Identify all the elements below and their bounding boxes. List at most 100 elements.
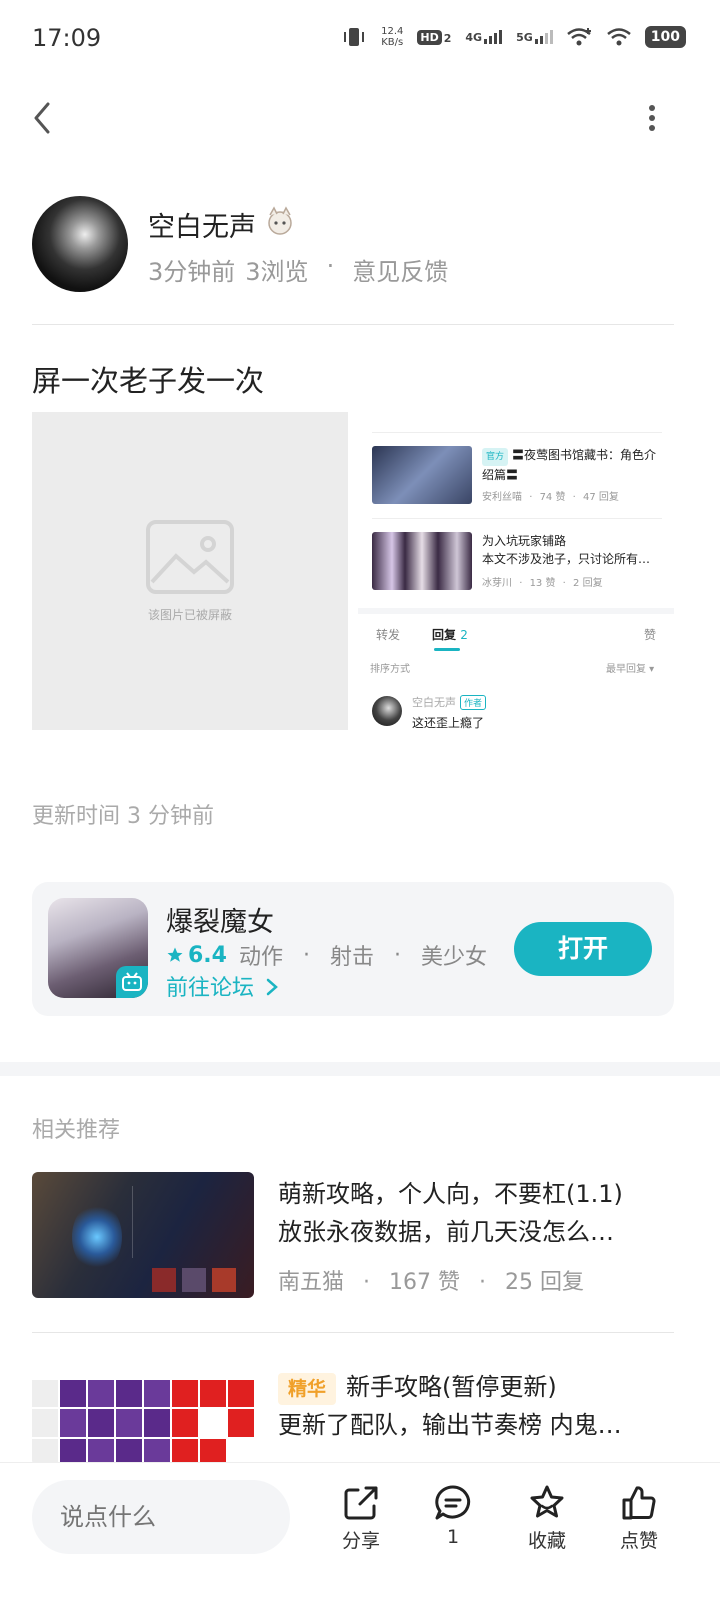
- related-heading: 相关推荐: [32, 1118, 121, 1143]
- status-icons: 12.4 KB/s HD 2 4G 5G 100: [341, 26, 686, 48]
- inset-tab-like: 赞: [644, 628, 657, 642]
- comment-icon: [435, 1485, 471, 1520]
- inset-tabs: 转发 回复 2 赞: [358, 608, 674, 651]
- favorite-button[interactable]: 收藏: [512, 1484, 582, 1553]
- related-thumb[interactable]: [32, 1172, 254, 1298]
- related-thumb[interactable]: [32, 1370, 254, 1466]
- hd-sub: 2: [443, 31, 452, 45]
- inset-item-desc: 本文不涉及池子，只讨论所有…: [482, 552, 651, 566]
- star-outline-icon: [530, 1485, 564, 1518]
- header-divider: [32, 324, 674, 325]
- image-placeholder-icon: [146, 520, 234, 594]
- related-title[interactable]: 精华 新手攻略(暂停更新): [278, 1368, 668, 1406]
- favorite-label: 收藏: [527, 1530, 566, 1552]
- game-tag: 动作: [238, 945, 283, 970]
- wifi-icon: [606, 27, 631, 47]
- post-title: 屏一次老子发一次: [32, 364, 265, 398]
- essence-tag: 精华: [278, 1373, 337, 1405]
- inset-sort-label: 排序方式: [370, 664, 410, 675]
- net-speed-value: 12.4: [381, 26, 404, 37]
- signal-4g-icon: 4G: [465, 30, 503, 44]
- inset-thumb: [372, 532, 472, 590]
- comments-count: 1: [446, 1526, 460, 1548]
- inset-tab-reply: 回复 2: [432, 626, 468, 643]
- share-button[interactable]: 分享: [326, 1484, 396, 1553]
- tag-dot: ·: [303, 942, 310, 968]
- comment-input[interactable]: [32, 1480, 290, 1554]
- meta-dot: ·: [326, 252, 335, 280]
- inset-sep: ·: [572, 492, 576, 503]
- inset-sep: ·: [519, 578, 523, 589]
- feedback-link[interactable]: 意见反馈: [352, 252, 448, 287]
- inset-item-replies: 47 回复: [583, 492, 619, 503]
- open-game-button[interactable]: 打开: [514, 922, 652, 976]
- chevron-left-icon: [34, 102, 50, 134]
- forum-link-label: 前往论坛: [166, 976, 255, 1001]
- comments-button[interactable]: 1: [418, 1484, 488, 1548]
- inset-tab-reply-label: 回复: [432, 628, 457, 642]
- like-button[interactable]: 点赞: [604, 1484, 674, 1553]
- hd-indicator: HD 2: [417, 29, 452, 45]
- inset-item-likes: 74 赞: [539, 492, 566, 503]
- related-desc[interactable]: 更新了配队，输出节奏榜 内鬼…: [278, 1406, 668, 1444]
- section-separator: [0, 1062, 720, 1076]
- inset-sort-value-text: 最早回复: [606, 664, 646, 675]
- related-divider: [32, 1332, 674, 1333]
- inset-sep: ·: [562, 578, 566, 589]
- more-button[interactable]: [640, 102, 664, 134]
- inset-comment-author: 空白无声: [412, 696, 456, 709]
- related-dot: ·: [479, 1270, 487, 1295]
- tag-dot: ·: [394, 942, 402, 968]
- blocked-image[interactable]: 该图片已被屏蔽: [32, 412, 348, 730]
- inset-comment-text: 这还歪上瘾了: [412, 716, 485, 730]
- author-avatar[interactable]: [32, 196, 128, 292]
- inset-tab-repost: 转发: [376, 628, 401, 642]
- signal-5g-icon: 5G: [516, 30, 553, 44]
- share-icon: [344, 1486, 378, 1520]
- back-button[interactable]: [28, 100, 58, 136]
- post-meta: 3分钟前 3浏览 · 意见反馈: [148, 252, 448, 287]
- related-title[interactable]: 萌新攻略，个人向，不要杠(1.1): [278, 1175, 668, 1213]
- author-badge-icon: [264, 206, 296, 238]
- related-title-text: 新手攻略(暂停更新): [346, 1373, 557, 1401]
- net-speed: 12.4 KB/s: [381, 26, 403, 48]
- game-tag: 美少女: [421, 945, 488, 970]
- signal-4g-label: 4G: [465, 31, 483, 44]
- post-time: 3分钟前: [148, 258, 236, 286]
- related-desc[interactable]: 放张永夜数据，前几天没怎么…: [278, 1213, 668, 1251]
- net-speed-unit: KB/s: [381, 37, 404, 48]
- inset-author-tag: 作者: [460, 695, 487, 710]
- game-meta: 6.4 动作 · 射击 · 美少女: [166, 939, 487, 971]
- inset-sort-value: 最早回复 ▾: [606, 664, 655, 675]
- like-label: 点赞: [619, 1530, 658, 1552]
- thumbs-up-icon: [622, 1486, 656, 1520]
- related-dot: ·: [363, 1270, 371, 1295]
- game-name[interactable]: 爆裂魔女: [166, 900, 274, 939]
- blocked-caption: 该图片已被屏蔽: [147, 608, 232, 622]
- game-rating-value: 6.4: [188, 942, 227, 968]
- inset-comment-avatar: [372, 696, 402, 726]
- inset-item-replies: 2 回复: [573, 578, 603, 589]
- inset-item-title: 为入坑玩家铺路: [482, 534, 567, 548]
- game-icon[interactable]: [48, 898, 148, 998]
- related-likes: 167 赞: [389, 1270, 461, 1295]
- related-author: 南五猫: [278, 1270, 345, 1295]
- forum-link[interactable]: 前往论坛: [166, 970, 279, 1002]
- bilibili-badge-icon: [116, 966, 148, 998]
- battery-icon: 100: [644, 26, 686, 48]
- related-meta: 南五猫 · 167 赞 · 25 回复: [278, 1264, 584, 1296]
- wifi-plus-icon: [566, 27, 593, 47]
- inset-item-title: 〓夜莺图书馆藏书：角色介绍篇〓: [482, 448, 657, 482]
- author-name[interactable]: 空白无声: [148, 205, 256, 244]
- inset-official-tag: 官方: [482, 448, 509, 466]
- chevron-right-icon: [266, 978, 278, 996]
- game-rating: 6.4: [166, 943, 227, 968]
- signal-5g-label: 5G: [516, 31, 533, 44]
- inset-item-author: 安利丝喵: [482, 492, 522, 503]
- post-image-screenshot[interactable]: 官方 〓夜莺图书馆藏书：角色介绍篇〓 安利丝喵 · 74 赞 · 47 回复 为入…: [358, 412, 674, 730]
- vibrate-icon: [341, 26, 367, 48]
- hd-label: HD: [417, 29, 442, 45]
- inset-sep: ·: [529, 492, 533, 503]
- inset-thumb: [372, 446, 472, 504]
- more-vertical-icon: [649, 105, 655, 131]
